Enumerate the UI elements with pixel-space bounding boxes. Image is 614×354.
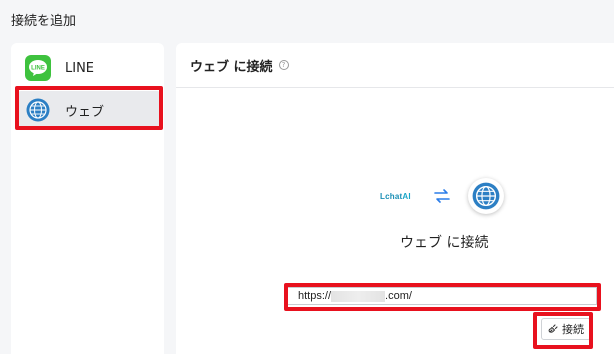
sidebar-item-line[interactable]: LINE LINE	[17, 49, 161, 87]
connect-button-label: 接続	[562, 323, 584, 336]
globe-icon	[25, 97, 51, 123]
url-prefix: https://	[298, 290, 332, 302]
lchatai-logo: LchatAI	[380, 192, 411, 201]
connection-visual: LchatAI	[376, 177, 506, 217]
sidebar-item-web[interactable]: ウェブ	[17, 91, 161, 129]
svg-text:LINE: LINE	[31, 66, 45, 72]
page-title: 接続を追加	[11, 14, 77, 29]
sidebar-item-label: ウェブ	[65, 104, 105, 120]
panel-title: ウェブ に接続	[190, 59, 273, 75]
url-suffix: .com/	[385, 290, 412, 302]
panel-header: ウェブ に接続 ?	[176, 43, 614, 88]
connect-panel: ウェブ に接続 ? LchatAI ウェブ に接続 https:// .com/	[176, 43, 614, 354]
connect-button[interactable]: 接続	[541, 318, 591, 340]
globe-icon	[468, 178, 504, 214]
sync-arrows-icon	[432, 187, 452, 209]
help-icon[interactable]: ?	[278, 60, 289, 70]
line-app-icon: LINE	[25, 55, 51, 81]
url-input[interactable]: https:// .com/	[287, 287, 597, 305]
sidebar-item-label: LINE	[65, 60, 95, 76]
connect-heading: ウェブ に接続	[400, 235, 489, 251]
plug-icon	[548, 324, 558, 334]
connection-type-sidebar: LINE LINE ウェブ	[11, 43, 164, 354]
redacted-domain	[331, 290, 386, 302]
